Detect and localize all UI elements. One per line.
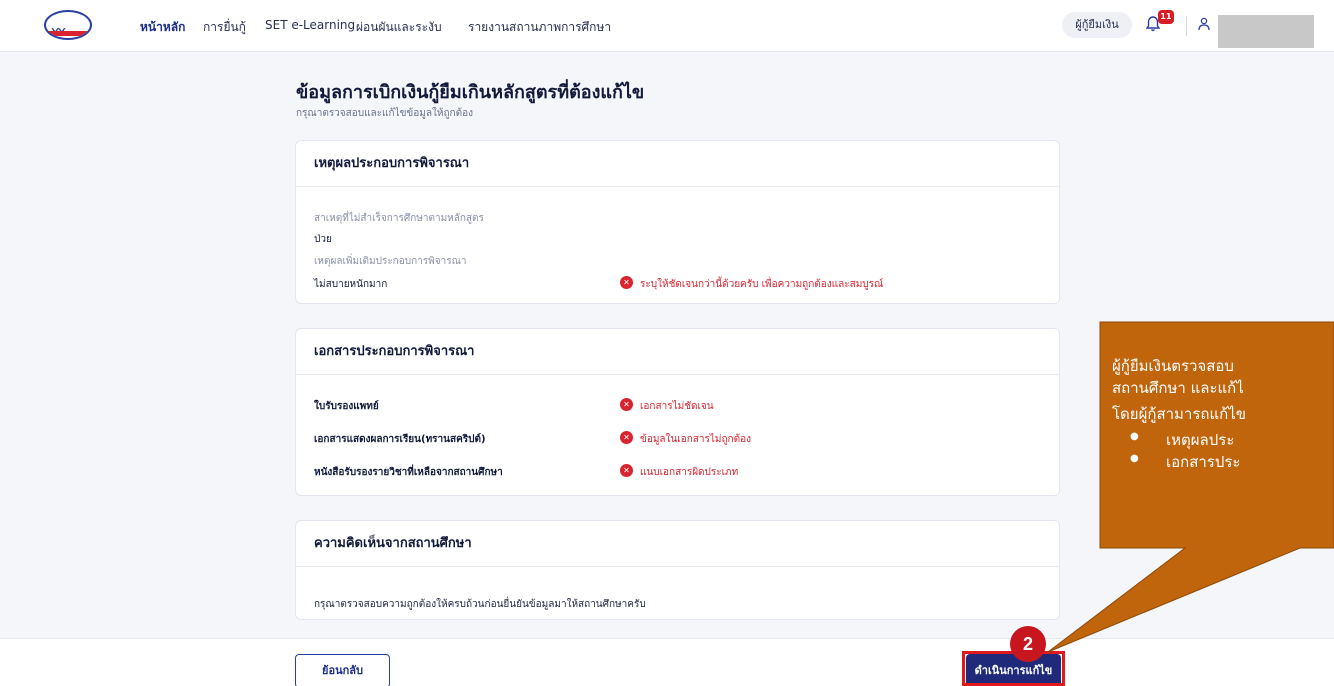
top-navbar: 〰 หน้าหลัก การยื่นกู้ SET e-Learning ผ่อ… (0, 0, 1334, 52)
nav-deferment[interactable]: ผ่อนผันและระงับ (356, 18, 442, 37)
user-name-redacted (1218, 15, 1314, 48)
step-number-badge: 2 (1010, 626, 1046, 662)
document-error: ✕ ข้อมูลในเอกสารไม่ถูกต้อง (620, 431, 751, 447)
back-button[interactable]: ย้อนกลับ (295, 654, 390, 686)
error-icon: ✕ (620, 464, 633, 477)
cause-value: ป่วย (314, 234, 332, 245)
institution-comment-text: กรุณาตรวจสอบความถูกต้องให้ครบถ้วนก่อนยื่… (314, 599, 646, 610)
comment-card-heading: ความคิดเห็นจากสถานศึกษา (296, 521, 1059, 567)
reason-card: เหตุผลประกอบการพิจารณา สาเหตุที่ไม่สำเร็… (295, 140, 1060, 304)
document-error-text: ข้อมูลในเอกสารไม่ถูกต้อง (640, 434, 751, 445)
proceed-edit-button[interactable]: ดำเนินการแก้ไข (966, 654, 1061, 686)
page-subtitle: กรุณาตรวจสอบและแก้ไขข้อมูลให้ถูกต้อง (296, 108, 473, 119)
logo[interactable]: 〰 (44, 10, 92, 40)
callout-bullet-text: เอกสารประ (1166, 453, 1241, 471)
callout-line: สถานศึกษา และแก้ไ (1112, 379, 1244, 397)
nav-home[interactable]: หน้าหลัก (140, 18, 185, 37)
logo-stripe (46, 31, 90, 36)
footer-bar (0, 638, 1334, 686)
document-error: ✕ เอกสารไม่ชัดเจน (620, 398, 714, 414)
error-icon: ✕ (620, 431, 633, 444)
nav-loan-application[interactable]: การยื่นกู้ (203, 18, 246, 37)
nav-set-elearning[interactable]: SET e-Learning (265, 18, 355, 32)
document-name: หนังสือรับรองรายวิชาที่เหลือจากสถานศึกษา (314, 467, 503, 478)
page-title: ข้อมูลการเบิกเงินกู้ยืมเกินหลักสูตรที่ต้… (296, 82, 645, 103)
cause-label: สาเหตุที่ไม่สำเร็จการศึกษาตามหลักสูตร (314, 213, 484, 224)
document-error-text: แนบเอกสารผิดประเภท (640, 467, 739, 478)
callout-bullet-text: เหตุผลประ (1166, 431, 1235, 449)
callout-line: โดยผู้กู้สามารถแก้ไข (1112, 405, 1247, 423)
nav-education-status-report[interactable]: รายงานสถานภาพการศึกษา (468, 18, 611, 37)
document-name: เอกสารแสดงผลการเรียน(ทรานสคริปต์) (314, 434, 486, 445)
notification-button[interactable]: 11 (1146, 10, 1174, 36)
callout-line: ผู้กู้ยืมเงินตรวจสอบ (1112, 357, 1234, 375)
document-name: ใบรับรองแพทย์ (314, 401, 379, 412)
reason-card-heading: เหตุผลประกอบการพิจารณา (296, 141, 1059, 187)
extra-reason-label: เหตุผลเพิ่มเติมประกอบการพิจารณา (314, 256, 467, 267)
extra-reason-error-text: ระบุให้ชัดเจนกว่านี้ด้วยครับ เพื่อความถู… (640, 279, 884, 290)
documents-card-heading: เอกสารประกอบการพิจารณา (296, 329, 1059, 375)
notification-count-badge: 11 (1158, 10, 1174, 24)
callout-bullet: เอกสารประ (1130, 450, 1241, 474)
nav-divider (1186, 16, 1187, 36)
document-error-text: เอกสารไม่ชัดเจน (640, 401, 714, 412)
callout-bullet: เหตุผลประ (1130, 428, 1234, 452)
document-error: ✕ แนบเอกสารผิดประเภท (620, 464, 739, 480)
role-button[interactable]: ผู้กู้ยืมเงิน (1062, 12, 1132, 38)
institution-comment-card: ความคิดเห็นจากสถานศึกษา กรุณาตรวจสอบความ… (295, 520, 1060, 620)
user-icon[interactable] (1198, 17, 1210, 31)
error-icon: ✕ (620, 276, 633, 289)
logo-wave-icon: 〰 (52, 20, 65, 38)
extra-reason-value: ไม่สบายหนักมาก (314, 279, 388, 290)
tutorial-callout-text: ผู้กู้ยืมเงินตรวจสอบ สถานศึกษา และแก้ไ โ… (1112, 354, 1334, 546)
extra-reason-error: ✕ ระบุให้ชัดเจนกว่านี้ด้วยครับ เพื่อความ… (620, 276, 884, 292)
documents-card: เอกสารประกอบการพิจารณา ใบรับรองแพทย์ ✕ เ… (295, 328, 1060, 496)
error-icon: ✕ (620, 398, 633, 411)
